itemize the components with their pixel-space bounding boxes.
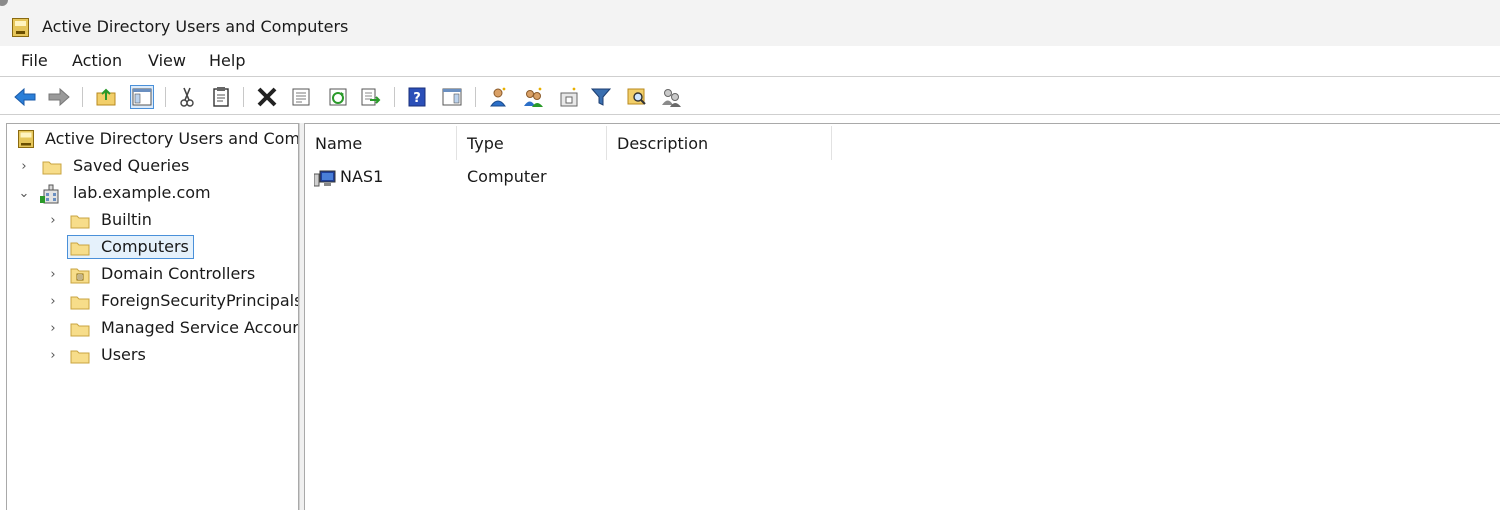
- tree-item-label: Domain Controllers: [101, 264, 256, 283]
- back-icon[interactable]: [13, 85, 37, 109]
- delete-icon[interactable]: [255, 85, 279, 109]
- list-row[interactable]: NAS1 Computer: [305, 166, 905, 190]
- menu-view[interactable]: View: [146, 51, 188, 70]
- chevron-right-icon[interactable]: ›: [47, 321, 59, 336]
- folder-icon: [70, 213, 90, 229]
- svg-text:?: ?: [413, 91, 421, 106]
- aduc-book-icon: [12, 18, 29, 37]
- tree-item-domain[interactable]: ⌄ lab.example.com: [7, 181, 298, 205]
- refresh-icon[interactable]: [326, 85, 350, 109]
- up-one-level-icon[interactable]: [94, 85, 118, 109]
- menu-action[interactable]: Action: [70, 51, 124, 70]
- details-list: Name Type Description NAS1 Computer: [305, 123, 1500, 510]
- ou-icon: [70, 266, 90, 284]
- toolbar-separator: [394, 87, 395, 107]
- create-ou-icon[interactable]: [557, 85, 581, 109]
- tree-item-managed-service-accounts[interactable]: › Managed Service Accour: [7, 316, 299, 340]
- menu-bar: File Action View Help: [0, 46, 1500, 77]
- cut-icon[interactable]: [175, 85, 199, 109]
- folder-icon: [70, 240, 90, 256]
- tree-item-saved-queries[interactable]: › Saved Queries: [7, 154, 298, 178]
- toolbar-separator: [165, 87, 166, 107]
- tree-item-label: Builtin: [101, 210, 152, 229]
- help-icon[interactable]: ?: [405, 85, 429, 109]
- tree-item-domain-controllers[interactable]: › Domain Controllers: [7, 262, 298, 286]
- column-header-name[interactable]: Name: [305, 126, 457, 160]
- toolbar-separator: [82, 87, 83, 107]
- domain-icon: [40, 184, 62, 204]
- folder-icon: [42, 159, 62, 175]
- tree-item-label: Users: [101, 345, 146, 364]
- tree-item-foreign-security-principals[interactable]: › ForeignSecurityPrincipals: [7, 289, 299, 313]
- properties-icon[interactable]: [289, 85, 313, 109]
- chevron-right-icon[interactable]: ›: [47, 294, 59, 309]
- tree-item-label: ForeignSecurityPrincipals: [101, 291, 299, 310]
- console-tree: Active Directory Users and Com › Saved Q…: [6, 123, 299, 510]
- cell-type: Computer: [467, 167, 547, 186]
- toolbar: ?: [0, 78, 1500, 115]
- menu-help[interactable]: Help: [207, 51, 247, 70]
- folder-icon: [70, 294, 90, 310]
- create-user-icon[interactable]: [487, 85, 511, 109]
- find-icon[interactable]: [625, 85, 649, 109]
- tree-item-label: Computers: [101, 237, 189, 256]
- toolbar-separator: [475, 87, 476, 107]
- chevron-right-icon[interactable]: ›: [47, 213, 59, 228]
- filter-icon[interactable]: [589, 85, 613, 109]
- tree-item-label: Saved Queries: [73, 156, 190, 175]
- show-hide-console-tree-icon[interactable]: [130, 85, 154, 109]
- tree-root[interactable]: Active Directory Users and Com: [7, 127, 299, 151]
- show-hide-action-pane-icon[interactable]: [440, 85, 464, 109]
- create-group-icon[interactable]: [522, 85, 546, 109]
- column-header-description[interactable]: Description: [607, 126, 832, 160]
- copy-icon[interactable]: [209, 85, 233, 109]
- folder-icon: [70, 348, 90, 364]
- computer-icon: [313, 168, 336, 188]
- tree-item-label: lab.example.com: [73, 183, 211, 202]
- toolbar-separator: [243, 87, 244, 107]
- add-to-group-icon[interactable]: [660, 85, 684, 109]
- column-header-type[interactable]: Type: [457, 126, 607, 160]
- tree-item-label: Managed Service Accour: [101, 318, 299, 337]
- chevron-down-icon[interactable]: ⌄: [18, 186, 30, 201]
- chevron-right-icon[interactable]: ›: [18, 159, 30, 174]
- folder-icon: [70, 321, 90, 337]
- tree-root-label: Active Directory Users and Com: [45, 129, 299, 148]
- window-title: Active Directory Users and Computers: [42, 17, 349, 36]
- menu-file[interactable]: File: [19, 51, 50, 70]
- tree-item-builtin[interactable]: › Builtin: [7, 208, 298, 232]
- aduc-book-icon: [18, 130, 34, 148]
- title-bar: Active Directory Users and Computers: [0, 12, 1500, 42]
- chevron-right-icon[interactable]: ›: [47, 267, 59, 282]
- cell-name: NAS1: [340, 167, 384, 186]
- forward-icon[interactable]: [47, 85, 71, 109]
- tree-item-users[interactable]: › Users: [7, 343, 298, 367]
- export-list-icon[interactable]: [359, 85, 383, 109]
- chevron-right-icon[interactable]: ›: [47, 348, 59, 363]
- tree-item-computers[interactable]: Computers: [7, 235, 298, 259]
